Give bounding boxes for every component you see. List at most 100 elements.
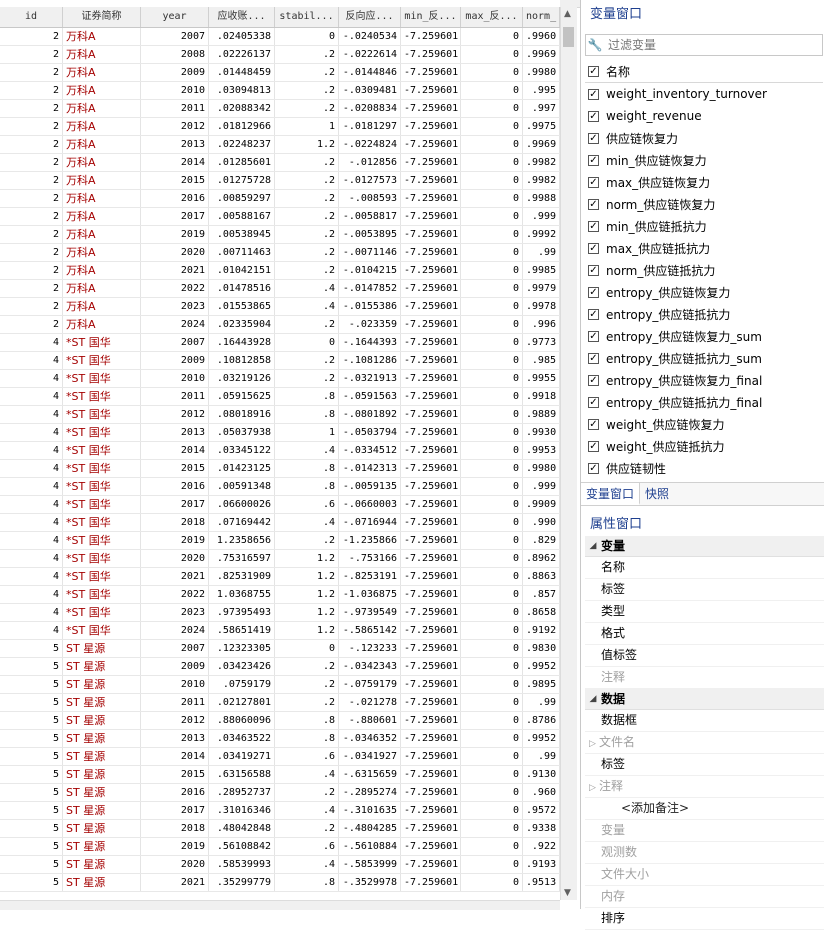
table-cell[interactable]: 5: [0, 676, 63, 693]
table-cell[interactable]: -.0346352: [339, 730, 401, 747]
table-cell[interactable]: -.008593: [339, 190, 401, 207]
table-cell[interactable]: 0: [461, 586, 523, 603]
table-cell[interactable]: .829: [523, 532, 560, 549]
table-cell[interactable]: 5: [0, 784, 63, 801]
table-cell[interactable]: 2014: [141, 442, 209, 459]
column-header[interactable]: 应收账...: [209, 7, 275, 27]
table-cell[interactable]: 1.2: [275, 604, 339, 621]
table-cell[interactable]: -.0127573: [339, 172, 401, 189]
table-cell[interactable]: 2018: [141, 820, 209, 837]
table-cell[interactable]: .02248237: [209, 136, 275, 153]
table-cell[interactable]: .4: [275, 442, 339, 459]
table-cell[interactable]: 5: [0, 874, 63, 891]
property-section[interactable]: ◢ 变量: [585, 536, 824, 557]
table-cell[interactable]: *ST 国华: [63, 550, 141, 567]
table-cell[interactable]: 0: [461, 730, 523, 747]
table-cell[interactable]: -7.259601: [401, 784, 461, 801]
table-cell[interactable]: 0: [461, 460, 523, 477]
table-cell[interactable]: 2: [0, 100, 63, 117]
table-cell[interactable]: 2020: [141, 244, 209, 261]
table-cell[interactable]: 2019: [141, 532, 209, 549]
table-cell[interactable]: -.3101635: [339, 802, 401, 819]
table-cell[interactable]: 5: [0, 838, 63, 855]
table-cell[interactable]: 4: [0, 388, 63, 405]
table-cell[interactable]: -.3529978: [339, 874, 401, 891]
table-cell[interactable]: 1: [275, 424, 339, 441]
table-cell[interactable]: .99: [523, 748, 560, 765]
table-cell[interactable]: .6: [275, 838, 339, 855]
table-row[interactable]: 2 万科A 2017.00588167.2 -.0058817 -7.259601 0.9…: [0, 208, 560, 226]
table-row[interactable]: 2 万科A 2021.01042151.2 -.0104215 -7.259601 0.9…: [0, 262, 560, 280]
table-row[interactable]: 5 ST 星源 2010.0759179.2 -.0759179 -7.259601 0.…: [0, 676, 560, 694]
table-cell[interactable]: .8: [275, 388, 339, 405]
table-cell[interactable]: .999: [523, 208, 560, 225]
table-cell[interactable]: 4: [0, 496, 63, 513]
table-cell[interactable]: ST 星源: [63, 838, 141, 855]
table-cell[interactable]: 2022: [141, 280, 209, 297]
column-header[interactable]: max_反...: [461, 7, 523, 27]
table-cell[interactable]: .9909: [523, 496, 560, 513]
property-row[interactable]: 内存: [585, 886, 824, 908]
variable-list-item[interactable]: ✓ weight_revenue: [585, 105, 823, 127]
table-cell[interactable]: 0: [461, 748, 523, 765]
table-cell[interactable]: 0: [461, 604, 523, 621]
table-cell[interactable]: .2: [275, 658, 339, 675]
table-cell[interactable]: -7.259601: [401, 856, 461, 873]
variable-checkbox[interactable]: ✓: [588, 198, 599, 210]
table-row[interactable]: 5 ST 星源 2016.28952737.2 -.2895274 -7.259601 0…: [0, 784, 560, 802]
select-all-checkbox[interactable]: ✓: [588, 65, 599, 77]
column-header[interactable]: id: [0, 7, 63, 27]
table-cell[interactable]: .03463522: [209, 730, 275, 747]
table-cell[interactable]: 2: [0, 136, 63, 153]
table-cell[interactable]: 2: [0, 64, 63, 81]
property-row[interactable]: 注释: [585, 667, 824, 689]
table-cell[interactable]: 2: [0, 262, 63, 279]
table-cell[interactable]: ST 星源: [63, 874, 141, 891]
table-cell[interactable]: .02226137: [209, 46, 275, 63]
table-cell[interactable]: .2: [275, 190, 339, 207]
table-cell[interactable]: -.0801892: [339, 406, 401, 423]
table-cell[interactable]: -7.259601: [401, 676, 461, 693]
table-cell[interactable]: 2013: [141, 136, 209, 153]
table-cell[interactable]: ST 星源: [63, 748, 141, 765]
table-cell[interactable]: -7.259601: [401, 460, 461, 477]
table-cell[interactable]: *ST 国华: [63, 622, 141, 639]
table-cell[interactable]: 0: [461, 712, 523, 729]
table-cell[interactable]: -7.259601: [401, 46, 461, 63]
table-row[interactable]: 2 万科A 2008.02226137.2 -.0222614 -7.259601 0.9…: [0, 46, 560, 64]
table-cell[interactable]: 0: [461, 514, 523, 531]
variable-checkbox[interactable]: ✓: [588, 308, 599, 320]
table-cell[interactable]: .9978: [523, 298, 560, 315]
table-cell[interactable]: .9960: [523, 28, 560, 45]
table-row[interactable]: 2 万科A 2019.00538945.2 -.0053895 -7.259601 0.9…: [0, 226, 560, 244]
table-cell[interactable]: .07169442: [209, 514, 275, 531]
table-cell[interactable]: 万科A: [63, 100, 141, 117]
table-cell[interactable]: 4: [0, 622, 63, 639]
variable-checkbox[interactable]: ✓: [588, 132, 599, 144]
table-cell[interactable]: -7.259601: [401, 406, 461, 423]
table-cell[interactable]: -.5865142: [339, 622, 401, 639]
table-row[interactable]: 5 ST 星源 2021.35299779.8 -.3529978 -7.259601 0…: [0, 874, 560, 892]
table-cell[interactable]: -7.259601: [401, 64, 461, 81]
table-cell[interactable]: 0: [461, 280, 523, 297]
table-cell[interactable]: 0: [461, 658, 523, 675]
table-cell[interactable]: -7.259601: [401, 154, 461, 171]
table-cell[interactable]: -7.259601: [401, 820, 461, 837]
table-row[interactable]: 2 万科A 2007.02405338 0 -.0240534 -7.259601 0.99…: [0, 28, 560, 46]
table-cell[interactable]: 2021: [141, 262, 209, 279]
table-row[interactable]: 5 ST 星源 2020.58539993.4 -.5853999 -7.259601 0…: [0, 856, 560, 874]
table-cell[interactable]: .12323305: [209, 640, 275, 657]
table-cell[interactable]: *ST 国华: [63, 496, 141, 513]
table-cell[interactable]: -7.259601: [401, 748, 461, 765]
table-cell[interactable]: -.021278: [339, 694, 401, 711]
table-cell[interactable]: 0: [461, 334, 523, 351]
table-cell[interactable]: -.4804285: [339, 820, 401, 837]
variable-list-item[interactable]: ✓ entropy_供应链抵抗力_final: [585, 391, 823, 413]
table-cell[interactable]: .03094813: [209, 82, 275, 99]
table-cell[interactable]: .2: [275, 352, 339, 369]
table-cell[interactable]: .8: [275, 406, 339, 423]
table-cell[interactable]: 2015: [141, 172, 209, 189]
scroll-down-arrow-icon[interactable]: ▼: [564, 888, 571, 898]
table-cell[interactable]: 2015: [141, 766, 209, 783]
table-cell[interactable]: 1: [275, 118, 339, 135]
